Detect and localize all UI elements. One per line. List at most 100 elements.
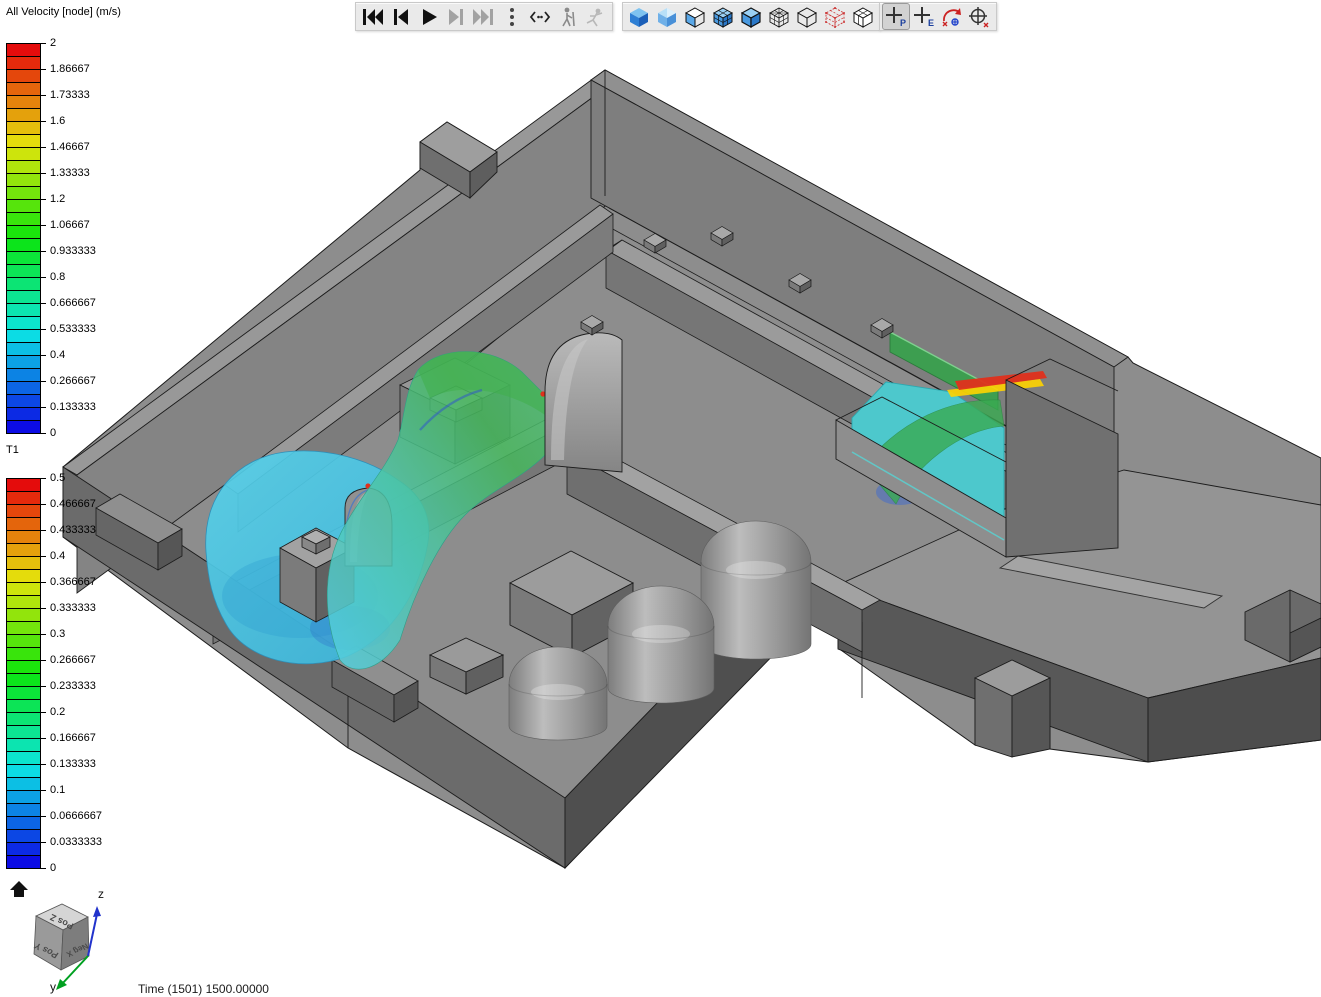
step-back-button[interactable] (386, 3, 414, 30)
toolbar-playback (355, 2, 613, 31)
fly-through-icon (583, 5, 609, 29)
legend-cell (7, 187, 40, 200)
legend-cell (7, 700, 40, 713)
orientation-triad[interactable]: Pos Z Pos Y Neg X z y (0, 876, 140, 997)
step-forward-button[interactable] (442, 3, 470, 30)
view-shaded-button[interactable] (625, 3, 653, 30)
legend-tick: 0.4 (40, 551, 65, 561)
more-options-button[interactable] (498, 3, 526, 30)
legend-cell (7, 570, 40, 583)
legend-tick: 1.46667 (40, 142, 90, 152)
shaded-smooth-cube-icon (654, 5, 680, 29)
platform-pillar (975, 660, 1050, 757)
rotation-center-icon (967, 5, 993, 29)
walk-through-button[interactable] (554, 3, 582, 30)
fly-through-button[interactable] (582, 3, 610, 30)
view-shaded-mesh-button[interactable] (709, 3, 737, 30)
set-rotation-center-button[interactable] (966, 3, 994, 30)
legend-tick: 1.73333 (40, 90, 90, 100)
legend-cell (7, 356, 40, 369)
legend-tick: 0.466667 (40, 499, 96, 509)
legend-cell (7, 830, 40, 843)
toolbar-probe: P E (879, 2, 997, 31)
legend-cell (7, 596, 40, 609)
legend-tick: 0.133333 (40, 759, 96, 769)
legend-tick: 0.433333 (40, 525, 96, 535)
view-shaded-outline-button[interactable] (737, 3, 765, 30)
animation-range-icon (527, 5, 553, 29)
legend-cell (7, 622, 40, 635)
legend-cell (7, 148, 40, 161)
step-back-icon (387, 5, 413, 29)
legend-tick: 0 (40, 428, 56, 438)
rotate-view-icon (939, 5, 965, 29)
legend-tick: 0.166667 (40, 733, 96, 743)
step-forward-icon (443, 5, 469, 29)
legend-cell (7, 200, 40, 213)
legend-cell (7, 544, 40, 557)
probe-element-letter: E (928, 18, 934, 28)
rotate-view-button[interactable] (938, 3, 966, 30)
legend-cell (7, 752, 40, 765)
time-annotation: Time (1501) 1500.00000 (138, 982, 269, 996)
probe-at-point-button[interactable]: P (882, 3, 910, 30)
legend-tick: 0.666667 (40, 298, 96, 308)
application-window: All Velocity [node] (m/s) 21.866671.7333… (0, 0, 1321, 997)
legend-cell (7, 739, 40, 752)
legend-tick: 0.933333 (40, 246, 96, 256)
legend-cell (7, 408, 40, 421)
legend-cell (7, 330, 40, 343)
legend-t1-colorbar (6, 478, 41, 869)
legend-cell (7, 505, 40, 518)
wireframe-mesh-cube-icon (766, 5, 792, 29)
legend-cell (7, 343, 40, 356)
legend-tick: 0.266667 (40, 655, 96, 665)
viewport-3d[interactable] (0, 0, 1321, 997)
skip-to-start-button[interactable] (358, 3, 386, 30)
legend-cell (7, 109, 40, 122)
legend-cell (7, 421, 40, 433)
home-view-icon[interactable] (10, 881, 28, 897)
view-hidden-line-button[interactable] (849, 3, 877, 30)
play-button[interactable] (414, 3, 442, 30)
legend-cell (7, 395, 40, 408)
legend-cell (7, 304, 40, 317)
view-wireframe-button[interactable] (793, 3, 821, 30)
probe-point-icon: P (883, 5, 909, 29)
view-shaded-smooth-button[interactable] (653, 3, 681, 30)
legend-t1: T1 0.50.4666670.4333330.40.3666670.33333… (6, 444, 41, 869)
skip-to-end-button[interactable] (470, 3, 498, 30)
legend-cell (7, 83, 40, 96)
legend-cell (7, 778, 40, 791)
legend-tick: 0.2 (40, 707, 65, 717)
probe-point-letter: P (900, 18, 906, 28)
view-shaded-edges-button[interactable] (681, 3, 709, 30)
legend-tick: 1.86667 (40, 64, 90, 74)
legend-cell (7, 609, 40, 622)
legend-cell (7, 583, 40, 596)
legend-velocity-colorbar (6, 43, 41, 434)
shaded-mesh-cube-icon (710, 5, 736, 29)
legend-cell (7, 291, 40, 304)
axis-y-label: y (50, 980, 56, 994)
legend-cell (7, 252, 40, 265)
legend-cell (7, 278, 40, 291)
view-mesh-points-button[interactable] (821, 3, 849, 30)
legend-tick: 0.3 (40, 629, 65, 639)
skip-to-start-icon (359, 5, 385, 29)
legend-cell (7, 713, 40, 726)
legend-cell (7, 213, 40, 226)
legend-cell (7, 674, 40, 687)
legend-velocity-title: All Velocity [node] (m/s) (6, 6, 121, 19)
view-wireframe-mesh-button[interactable] (765, 3, 793, 30)
triad-cube[interactable] (34, 904, 89, 970)
probe-at-element-button[interactable]: E (910, 3, 938, 30)
legend-tick: 0.4 (40, 350, 65, 360)
legend-t1-title: T1 (6, 444, 41, 457)
legend-tick: 0.233333 (40, 681, 96, 691)
legend-cell (7, 382, 40, 395)
legend-cell (7, 765, 40, 778)
legend-tick: 0 (40, 863, 56, 873)
animation-range-button[interactable] (526, 3, 554, 30)
legend-tick: 0.266667 (40, 376, 96, 386)
